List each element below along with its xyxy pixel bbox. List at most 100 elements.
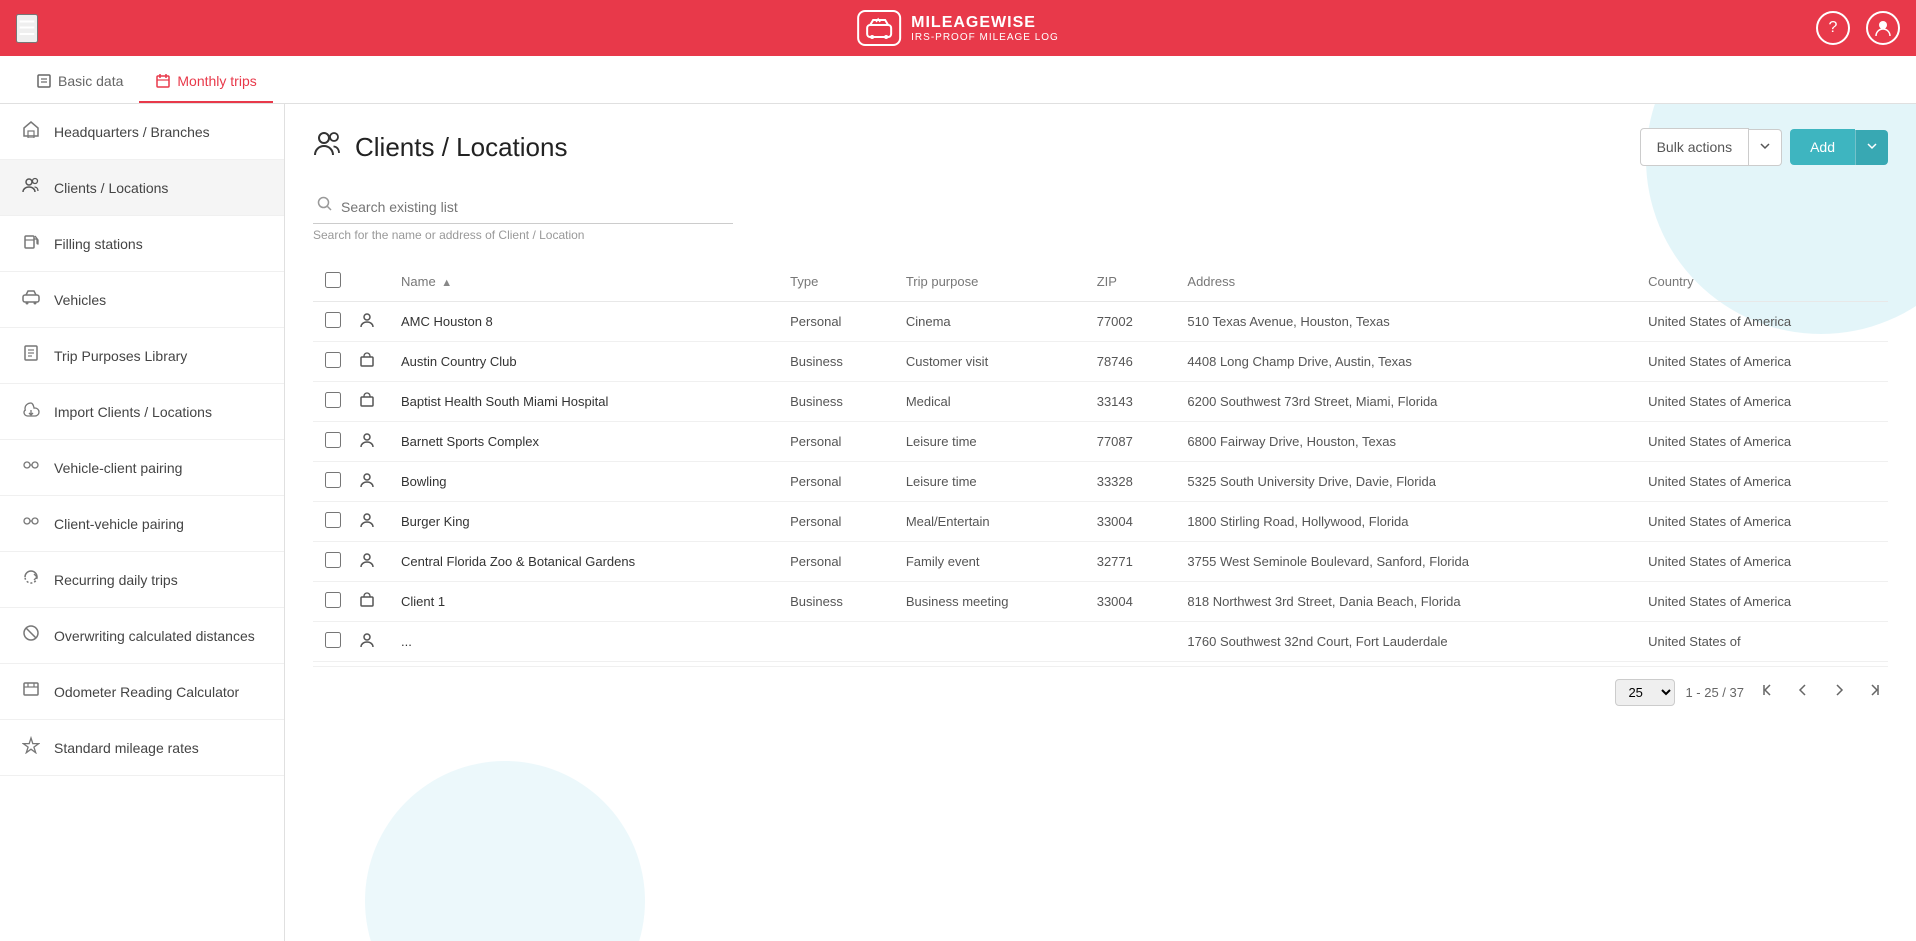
row-type: Business	[778, 582, 894, 622]
row-trip-purpose: Cinema	[894, 302, 1085, 342]
add-chevron-icon	[1866, 140, 1878, 152]
row-trip-purpose: Leisure time	[894, 462, 1085, 502]
row-checkbox[interactable]	[325, 552, 341, 568]
mileage-rates-icon	[20, 736, 42, 759]
hamburger-menu[interactable]: ☰	[16, 14, 38, 43]
next-page-button[interactable]	[1826, 679, 1852, 706]
row-checkbox[interactable]	[325, 632, 341, 648]
row-type: Business	[778, 342, 894, 382]
row-zip: 33004	[1085, 502, 1176, 542]
row-name: Central Florida Zoo & Botanical Gardens	[389, 542, 778, 582]
basic-data-icon	[36, 73, 52, 89]
row-address: 510 Texas Avenue, Houston, Texas	[1175, 302, 1636, 342]
row-type: Personal	[778, 462, 894, 502]
row-address: 5325 South University Drive, Davie, Flor…	[1175, 462, 1636, 502]
row-checkbox[interactable]	[325, 512, 341, 528]
row-name: Client 1	[389, 582, 778, 622]
bulk-actions-button[interactable]: Bulk actions	[1640, 128, 1749, 166]
prev-page-button[interactable]	[1790, 679, 1816, 706]
odometer-icon	[20, 680, 42, 703]
row-type-icon	[353, 502, 389, 542]
sidebar-item-trip-purposes[interactable]: Trip Purposes Library	[0, 328, 284, 384]
select-all-checkbox[interactable]	[325, 272, 341, 288]
table-row: Baptist Health South Miami Hospital Busi…	[313, 382, 1888, 422]
last-page-button[interactable]	[1862, 679, 1888, 706]
sidebar-item-import[interactable]: Import Clients / Locations	[0, 384, 284, 440]
sidebar-item-vehicles[interactable]: Vehicles	[0, 272, 284, 328]
row-checkbox[interactable]	[325, 472, 341, 488]
row-type-icon	[353, 582, 389, 622]
sidebar-item-vehicle-client[interactable]: Vehicle-client pairing	[0, 440, 284, 496]
sidebar-item-hq[interactable]: Headquarters / Branches	[0, 104, 284, 160]
search-input[interactable]	[341, 199, 729, 215]
row-country: United States of America	[1636, 342, 1888, 382]
main-area: Clients / Locations Bulk actions Add	[285, 104, 1916, 941]
row-address: 6800 Fairway Drive, Houston, Texas	[1175, 422, 1636, 462]
row-type: Business	[778, 382, 894, 422]
row-name: Austin Country Club	[389, 342, 778, 382]
main-content: Clients / Locations Bulk actions Add	[285, 104, 1916, 941]
page-title-area: Clients / Locations	[313, 129, 567, 166]
row-type: Personal	[778, 422, 894, 462]
row-country: United States of America	[1636, 502, 1888, 542]
sidebar-item-odometer[interactable]: Odometer Reading Calculator	[0, 664, 284, 720]
page-size-select[interactable]: 25 10 50 100	[1615, 679, 1675, 706]
vehicles-icon	[20, 288, 42, 311]
col-zip: ZIP	[1085, 262, 1176, 302]
recurring-icon	[20, 568, 42, 591]
sidebar-item-client-vehicle[interactable]: Client-vehicle pairing	[0, 496, 284, 552]
home-icon	[20, 120, 42, 143]
row-checkbox[interactable]	[325, 392, 341, 408]
add-button[interactable]: Add	[1790, 129, 1855, 165]
user-button[interactable]	[1866, 11, 1900, 45]
first-page-icon	[1760, 683, 1774, 697]
table-row: AMC Houston 8 Personal Cinema 77002 510 …	[313, 302, 1888, 342]
data-table: Name ▲ Type Trip purpose ZIP Address Cou…	[313, 262, 1888, 662]
col-name: Name ▲	[389, 262, 778, 302]
row-name: ...	[389, 622, 778, 662]
help-button[interactable]: ?	[1816, 11, 1850, 45]
add-dropdown[interactable]	[1855, 130, 1888, 165]
bulk-actions-dropdown[interactable]	[1749, 129, 1782, 166]
col-address: Address	[1175, 262, 1636, 302]
monthly-trips-icon	[155, 73, 171, 89]
filling-stations-icon	[20, 232, 42, 255]
logo-box	[857, 10, 901, 46]
table-row: Client 1 Business Business meeting 33004…	[313, 582, 1888, 622]
page-title: Clients / Locations	[355, 132, 567, 163]
row-checkbox[interactable]	[325, 312, 341, 328]
table-header: Name ▲ Type Trip purpose ZIP Address Cou…	[313, 262, 1888, 302]
tab-basic-data[interactable]: Basic data	[20, 61, 139, 103]
row-checkbox[interactable]	[325, 592, 341, 608]
row-country: United States of America	[1636, 542, 1888, 582]
top-nav-right: ?	[1816, 11, 1900, 45]
next-page-icon	[1832, 683, 1846, 697]
sidebar-item-filling[interactable]: Filling stations	[0, 216, 284, 272]
sidebar-item-mileage-rates[interactable]: Standard mileage rates	[0, 720, 284, 776]
search-area: Search for the name or address of Client…	[313, 190, 1888, 242]
import-icon	[20, 400, 42, 423]
row-checkbox[interactable]	[325, 432, 341, 448]
sidebar: Headquarters / Branches Clients / Locati…	[0, 104, 285, 941]
sidebar-item-overwriting[interactable]: Overwriting calculated distances	[0, 608, 284, 664]
table-row: Austin Country Club Business Customer vi…	[313, 342, 1888, 382]
row-zip: 78746	[1085, 342, 1176, 382]
logo-area: MILEAGEWISE IRS-PROOF MILEAGE LOG	[857, 10, 1059, 46]
tab-monthly-trips[interactable]: Monthly trips	[139, 61, 272, 103]
row-country: United States of America	[1636, 382, 1888, 422]
row-zip: 33004	[1085, 582, 1176, 622]
table-row: Central Florida Zoo & Botanical Gardens …	[313, 542, 1888, 582]
sidebar-item-recurring[interactable]: Recurring daily trips	[0, 552, 284, 608]
sub-navigation: Basic data Monthly trips	[0, 56, 1916, 104]
vehicle-client-icon	[20, 456, 42, 479]
row-country: United States of America	[1636, 582, 1888, 622]
row-address: 6200 Southwest 73rd Street, Miami, Flori…	[1175, 382, 1636, 422]
first-page-button[interactable]	[1754, 679, 1780, 706]
row-type-icon	[353, 422, 389, 462]
row-name: Barnett Sports Complex	[389, 422, 778, 462]
row-type: Personal	[778, 542, 894, 582]
row-trip-purpose	[894, 622, 1085, 662]
row-checkbox[interactable]	[325, 352, 341, 368]
row-type-icon	[353, 382, 389, 422]
sidebar-item-clients[interactable]: Clients / Locations	[0, 160, 284, 216]
